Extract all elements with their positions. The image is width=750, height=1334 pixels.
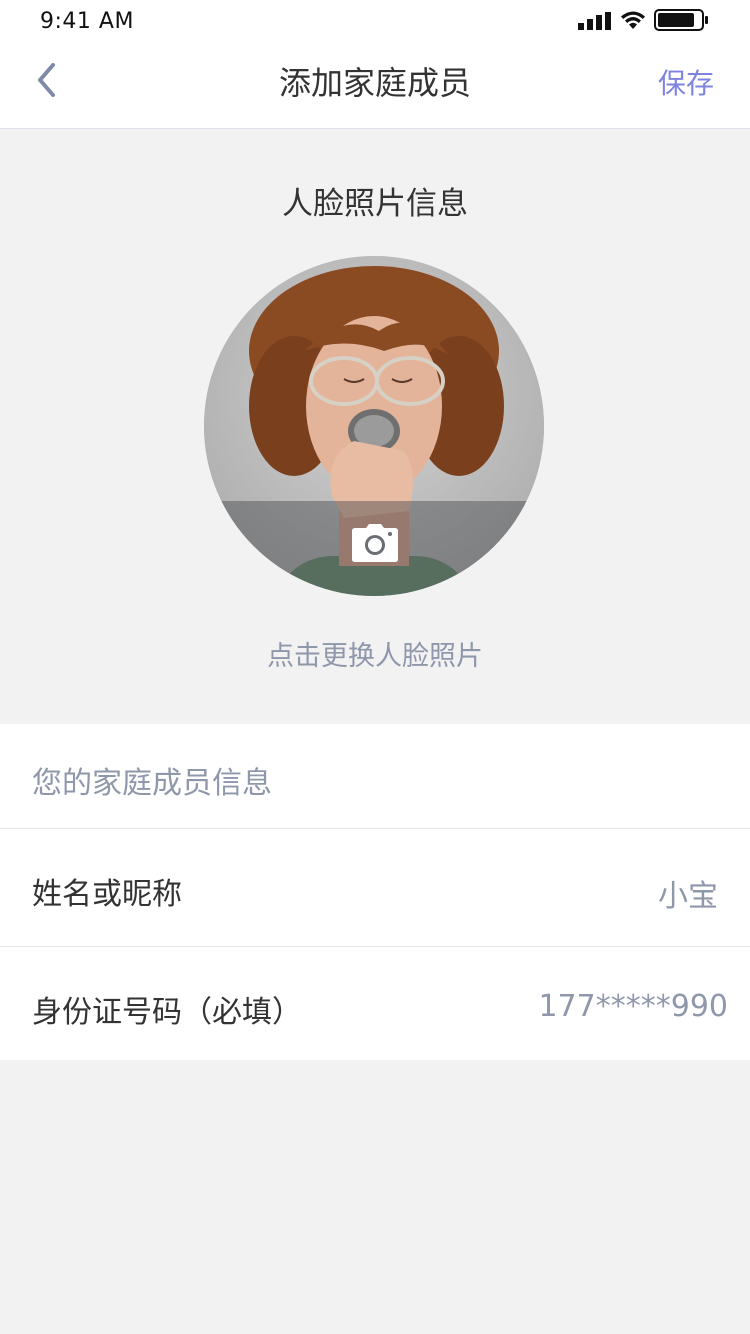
status-time: 9:41 AM bbox=[40, 9, 134, 34]
save-button[interactable]: 保存 bbox=[658, 62, 714, 102]
face-photo-avatar[interactable] bbox=[204, 256, 544, 596]
status-bar: 9:41 AM bbox=[0, 0, 750, 40]
name-value[interactable]: 小宝 bbox=[658, 871, 718, 915]
page-title: 添加家庭成员 bbox=[278, 64, 471, 102]
member-info-card: 您的家庭成员信息 姓名或昵称 小宝 身份证号码（必填） 177*****990 bbox=[0, 724, 750, 1060]
wifi-icon bbox=[621, 11, 645, 29]
change-face-photo-link[interactable]: 点击更换人脸照片 bbox=[0, 634, 750, 673]
id-number-label: 身份证号码（必填） bbox=[32, 995, 302, 1030]
face-photo-section: 人脸照片信息 点击更换人脸照片 bbox=[0, 130, 750, 724]
member-info-heading: 您的家庭成员信息 bbox=[32, 766, 272, 801]
name-label: 姓名或昵称 bbox=[32, 877, 182, 912]
id-number-row[interactable]: 身份证号码（必填） 177*****990 bbox=[0, 947, 750, 1063]
cellular-signal-icon bbox=[578, 12, 611, 30]
id-number-value[interactable]: 177*****990 bbox=[538, 989, 728, 1024]
camera-icon[interactable] bbox=[352, 524, 398, 562]
name-row[interactable]: 姓名或昵称 小宝 bbox=[0, 829, 750, 945]
battery-icon bbox=[654, 9, 708, 31]
navigation-bar: 添加家庭成员 保存 bbox=[0, 40, 750, 129]
face-photo-heading: 人脸照片信息 bbox=[282, 186, 468, 222]
